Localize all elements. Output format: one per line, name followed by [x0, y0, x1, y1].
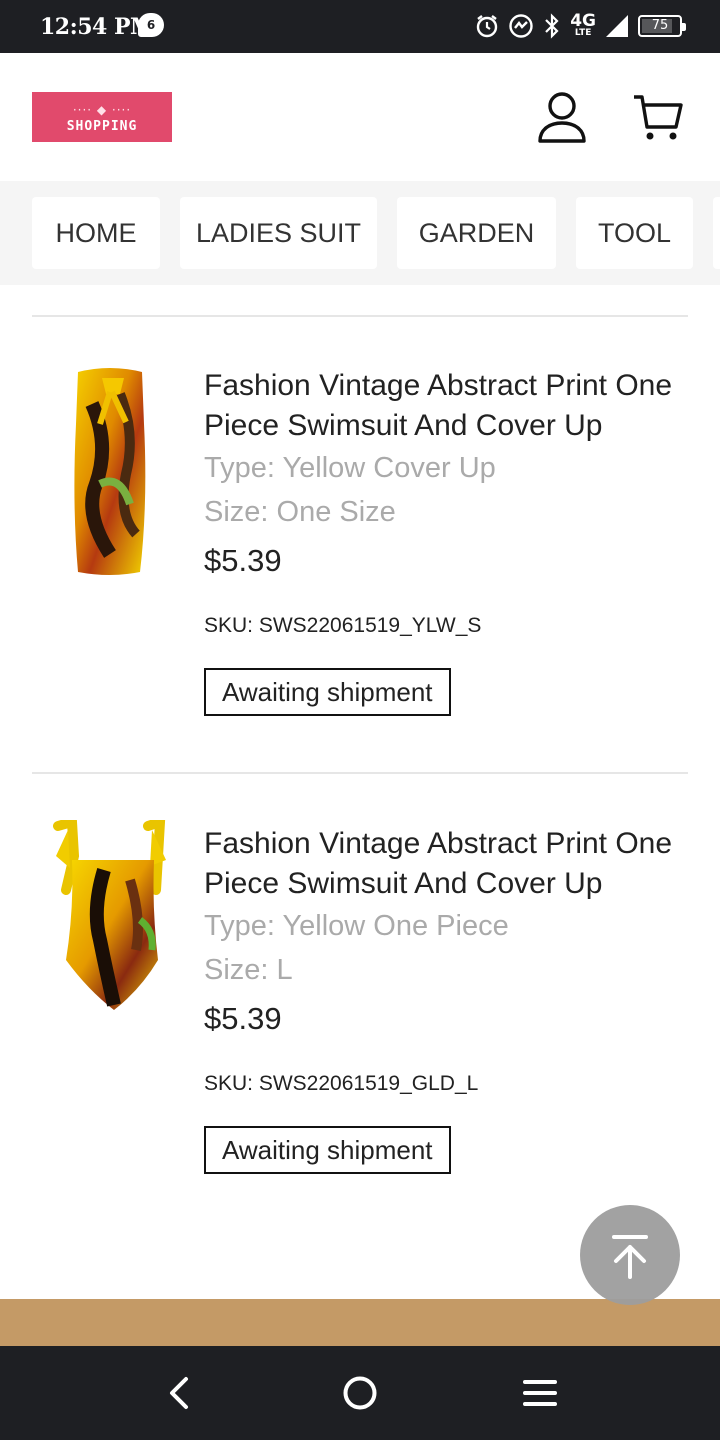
- product-image-swimsuit[interactable]: [44, 820, 184, 1040]
- menu-icon[interactable]: [518, 1371, 562, 1415]
- product-sku: SKU: SWS22061519_GLD_L: [204, 1072, 479, 1095]
- product-type: Type: Yellow Cover Up: [204, 452, 496, 484]
- divider: [32, 772, 688, 774]
- back-icon[interactable]: [158, 1371, 202, 1415]
- product-sku: SKU: SWS22061519_YLW_S: [204, 614, 482, 637]
- status-time: 12:54 PM: [40, 14, 154, 40]
- signal-icon: [606, 15, 628, 37]
- system-nav-bar: [0, 1346, 720, 1440]
- product-price: $5.39: [204, 543, 282, 578]
- data-saver-icon: [509, 14, 533, 38]
- status-icons: 4G LTE 75: [474, 10, 686, 42]
- battery-icon: 75: [638, 15, 686, 37]
- back-to-top-button[interactable]: [580, 1205, 680, 1305]
- footer-strip: [0, 1299, 720, 1346]
- cart-icon[interactable]: [632, 91, 684, 145]
- notification-badge: 6: [138, 13, 164, 37]
- nav-item-ladies-suit[interactable]: LADIES SUIT: [180, 197, 377, 269]
- divider: [32, 315, 688, 317]
- home-icon[interactable]: [338, 1371, 382, 1415]
- site-logo[interactable]: ···· ◆ ···· SHOPPING: [32, 92, 172, 142]
- nav-item-home[interactable]: HOME: [32, 197, 160, 269]
- logo-text: SHOPPING: [66, 119, 138, 134]
- bluetooth-icon: [545, 13, 559, 39]
- network-type: 4G LTE: [570, 11, 596, 39]
- product-price: $5.39: [204, 1001, 282, 1036]
- order-status-badge: Awaiting shipment: [204, 1126, 451, 1174]
- alarm-icon: [477, 15, 498, 38]
- product-info: Fashion Vintage Abstract Print One Piece…: [204, 824, 694, 1174]
- order-status-badge: Awaiting shipment: [204, 668, 451, 716]
- site-header: ···· ◆ ···· SHOPPING: [0, 53, 720, 181]
- product-title[interactable]: Fashion Vintage Abstract Print One Piece…: [204, 824, 694, 904]
- category-nav: HOME LADIES SUIT GARDEN TOOL: [0, 181, 720, 285]
- product-image-cover-up[interactable]: [40, 364, 180, 584]
- logo-ornament: ···· ◆ ····: [72, 103, 132, 117]
- product-size: Size: One Size: [204, 496, 396, 528]
- product-type: Type: Yellow One Piece: [204, 910, 509, 942]
- status-bar: 12:54 PM 6 4G LTE 75: [0, 0, 720, 53]
- product-title[interactable]: Fashion Vintage Abstract Print One Piece…: [204, 366, 694, 446]
- nav-item-more[interactable]: [713, 197, 720, 269]
- battery-level: 75: [651, 18, 669, 33]
- user-icon[interactable]: [536, 91, 588, 145]
- product-size: Size: L: [204, 954, 293, 986]
- nav-item-tool[interactable]: TOOL: [576, 197, 693, 269]
- arrow-up-icon: [612, 1235, 648, 1279]
- product-info: Fashion Vintage Abstract Print One Piece…: [204, 366, 694, 716]
- nav-item-garden[interactable]: GARDEN: [397, 197, 556, 269]
